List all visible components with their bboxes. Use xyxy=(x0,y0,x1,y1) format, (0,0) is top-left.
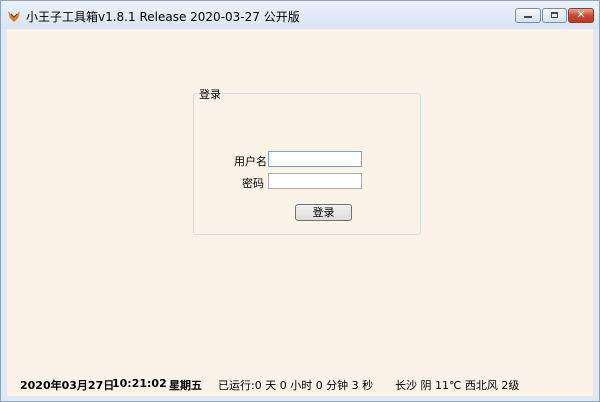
status-bar: 2020年03月27日 10:21:02 星期五 已运行:0 天 0 小时 0 … xyxy=(7,375,593,393)
status-weekday: 星期五 xyxy=(169,379,202,392)
minimize-button[interactable] xyxy=(515,8,541,23)
status-time: 10:21:02 xyxy=(112,377,167,390)
status-uptime: 已运行:0 天 0 小时 0 分钟 3 秒 xyxy=(218,379,374,392)
username-input[interactable] xyxy=(268,151,362,167)
title-bar[interactable]: 小王子工具箱v1.8.1 Release 2020-03-27 公开版 ✕ xyxy=(1,1,599,29)
login-groupbox: 登录 用户名 密码 登录 xyxy=(193,86,421,235)
password-label: 密码 xyxy=(242,177,264,190)
status-date: 2020年03月27日 xyxy=(20,379,115,392)
window-title: 小王子工具箱v1.8.1 Release 2020-03-27 公开版 xyxy=(26,10,300,24)
password-input[interactable] xyxy=(268,173,362,189)
maximize-icon xyxy=(551,12,558,18)
login-group-title: 登录 xyxy=(197,86,223,102)
fox-logo-icon xyxy=(8,11,20,22)
username-label: 用户名 xyxy=(234,155,267,168)
status-weather: 长沙 阴 11℃ 西北风 2级 xyxy=(395,379,520,392)
minimize-icon xyxy=(524,16,532,18)
login-button[interactable]: 登录 xyxy=(295,204,352,221)
app-window: 小王子工具箱v1.8.1 Release 2020-03-27 公开版 ✕ 登录… xyxy=(0,0,600,402)
maximize-button[interactable] xyxy=(542,8,567,23)
main-panel: 登录 用户名 密码 登录 2020年03月27日 10:21:02 星期五 已运… xyxy=(7,29,593,396)
close-button[interactable]: ✕ xyxy=(568,8,594,23)
close-icon: ✕ xyxy=(576,8,586,21)
